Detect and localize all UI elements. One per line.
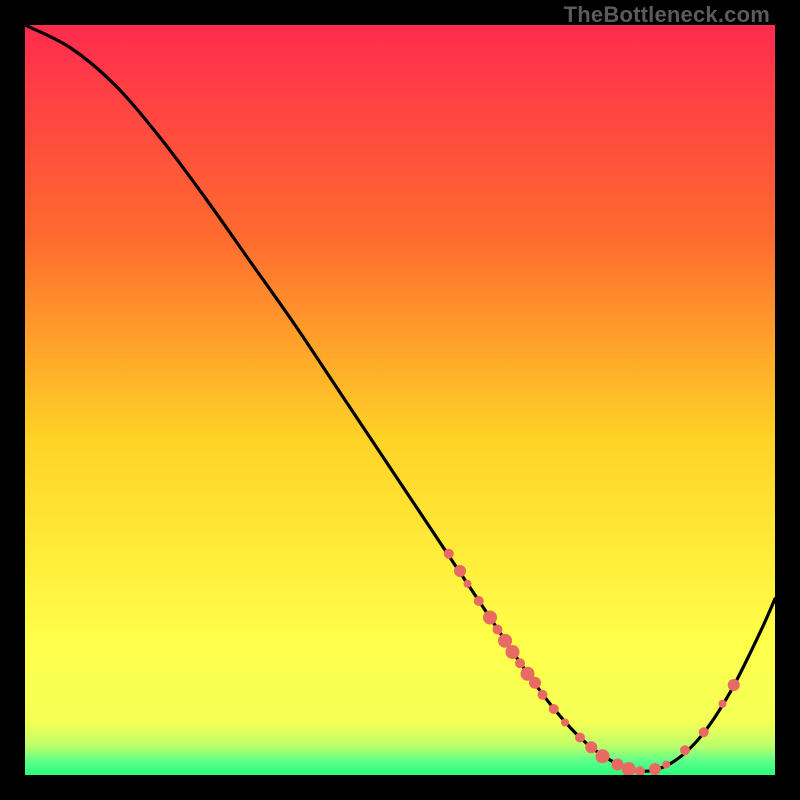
gradient-background xyxy=(25,25,775,775)
curve-marker xyxy=(493,625,503,635)
curve-marker xyxy=(444,549,454,559)
curve-marker xyxy=(662,761,670,769)
curve-marker xyxy=(454,565,466,577)
curve-marker xyxy=(549,704,559,714)
bottleneck-curve-chart xyxy=(25,25,775,775)
curve-marker xyxy=(538,690,548,700)
curve-marker xyxy=(464,580,472,588)
curve-marker xyxy=(699,727,709,737)
curve-marker xyxy=(728,679,740,691)
curve-marker xyxy=(612,759,624,771)
curve-marker xyxy=(483,611,497,625)
curve-marker xyxy=(649,763,661,775)
curve-marker xyxy=(474,596,484,606)
curve-marker xyxy=(515,658,525,668)
curve-marker xyxy=(561,719,569,727)
curve-marker xyxy=(719,700,727,708)
watermark-label: TheBottleneck.com xyxy=(564,2,770,28)
curve-marker xyxy=(575,733,585,743)
curve-marker xyxy=(529,677,541,689)
chart-frame xyxy=(25,25,775,775)
curve-marker xyxy=(680,745,690,755)
curve-marker xyxy=(506,645,520,659)
curve-marker xyxy=(585,741,597,753)
curve-marker xyxy=(596,749,610,763)
